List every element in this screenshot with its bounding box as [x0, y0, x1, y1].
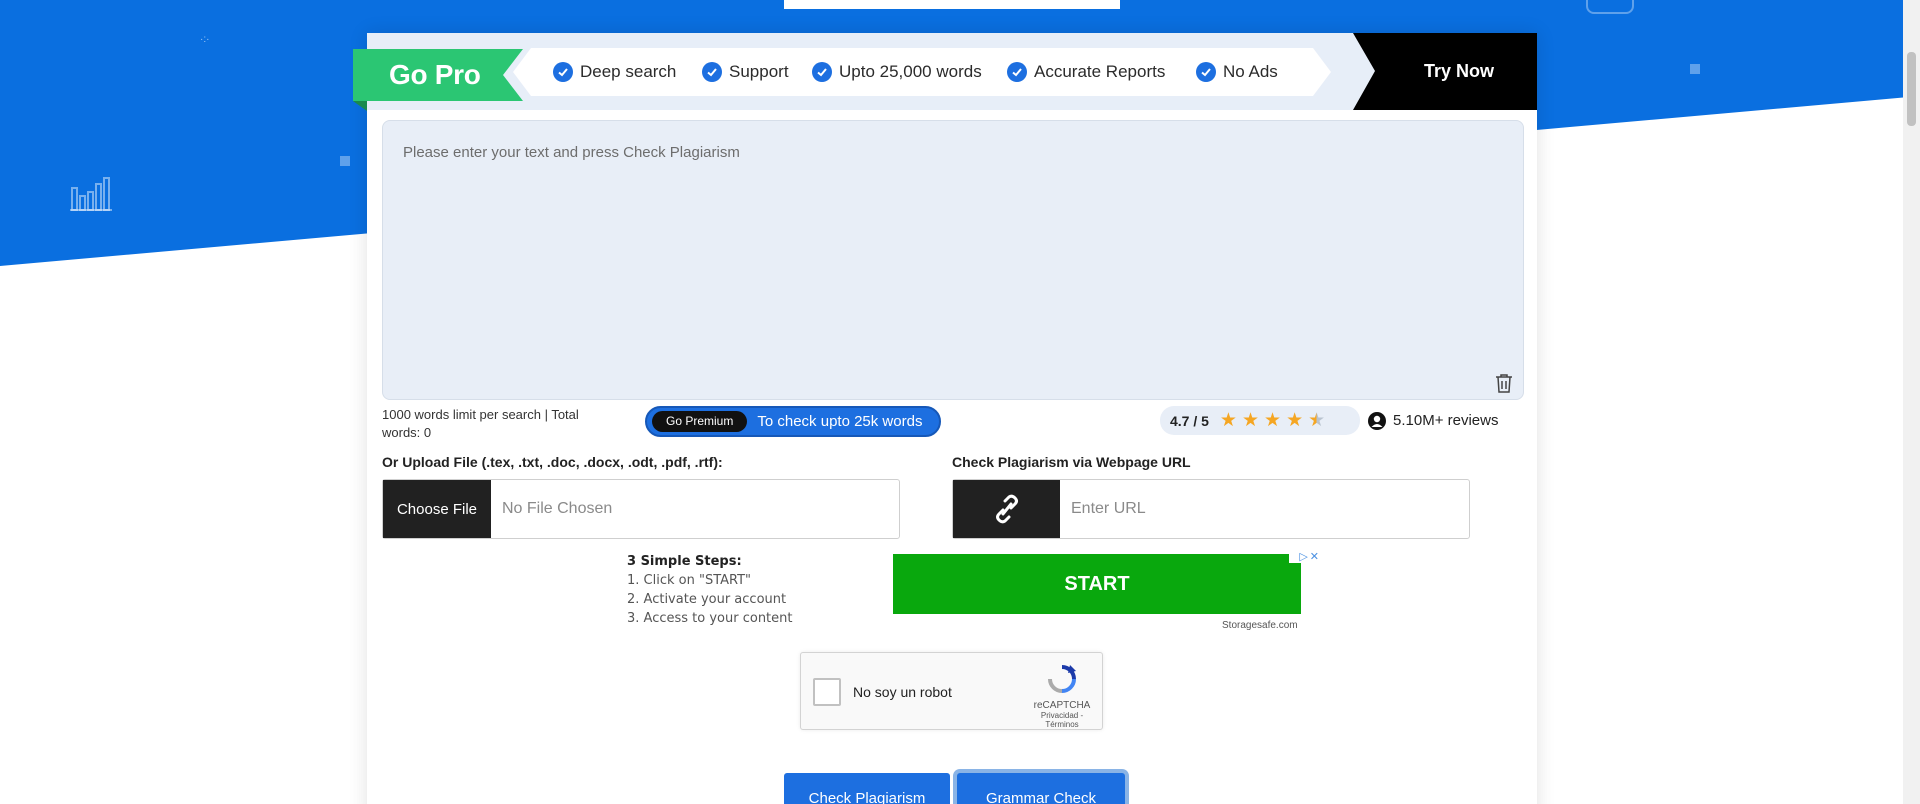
ad-domain[interactable]: Storagesafe.com [1222, 620, 1298, 631]
reviews-label: 5.10M+ reviews [1393, 412, 1499, 429]
star-icon: ★ [1241, 410, 1260, 431]
bar-chart-icon [70, 177, 112, 211]
decorative-square [1690, 64, 1700, 74]
recaptcha-widget: No soy un robot reCAPTCHA Privacidad - T… [800, 652, 1103, 730]
text-input-placeholder: Please enter your text and press Check P… [403, 144, 740, 161]
check-circle-icon [812, 62, 832, 82]
reviews-count: 5.10M+ reviews [1367, 406, 1498, 435]
check-plagiarism-button[interactable]: Check Plagiarism [784, 773, 950, 804]
choose-file-button[interactable]: Choose File [383, 480, 491, 538]
ad-step: 2. Activate your account [627, 592, 787, 607]
go-pro-badge: Go Pro [353, 49, 523, 101]
upload-label: Or Upload File (.tex, .txt, .doc, .docx,… [382, 454, 723, 470]
go-premium-button[interactable]: Go Premium [652, 411, 748, 432]
feature-label: Deep search [580, 62, 677, 81]
feature-accurate-reports: Accurate Reports [1007, 58, 1165, 86]
no-file-text: No File Chosen [502, 500, 613, 517]
go-premium-pill[interactable]: Go Premium To check upto 25k words [645, 406, 941, 437]
ad-step: 3. Access to your content [627, 611, 793, 626]
check-circle-icon [1007, 62, 1027, 82]
recaptcha-links[interactable]: Privacidad - Términos [1032, 711, 1092, 729]
url-input[interactable] [1060, 480, 1469, 538]
decorative-pill [1586, 0, 1634, 14]
checker-panel: Go Pro Deep search Support Upto 25,000 w… [353, 33, 1537, 804]
link-button[interactable] [953, 480, 1060, 538]
star-icon: ★ [1219, 410, 1237, 431]
star-icon: ★ [1264, 410, 1282, 431]
user-icon [1368, 411, 1386, 430]
url-check-label: Check Plagiarism via Webpage URL [952, 454, 1191, 470]
ad-info-icon[interactable]: ▷ [1299, 550, 1307, 563]
ad-choices[interactable]: ▷ ✕ [1289, 549, 1319, 563]
ad-step: 1. Click on "START" [627, 573, 752, 588]
recaptcha-brand: reCAPTCHA [1033, 700, 1091, 711]
feature-word-limit: Upto 25,000 words [812, 58, 982, 86]
check-circle-icon [702, 62, 722, 82]
feature-label: Support [729, 62, 789, 81]
ad-close-icon[interactable]: ✕ [1310, 550, 1319, 563]
feature-label: No Ads [1223, 62, 1278, 81]
scrollbar-thumb[interactable] [1907, 52, 1916, 126]
ad-start-button[interactable]: START [893, 554, 1301, 614]
try-now-button[interactable]: Try Now [1381, 33, 1537, 110]
go-pro-fold [353, 101, 367, 111]
premium-text: To check upto 25k words [757, 413, 923, 430]
check-circle-icon [1196, 62, 1216, 82]
feature-no-ads: No Ads [1196, 58, 1278, 86]
decorative-square [340, 156, 350, 166]
page-scrollbar[interactable] [1903, 0, 1920, 804]
recaptcha-label: No soy un robot [853, 684, 952, 700]
trash-icon[interactable] [1495, 373, 1513, 393]
link-icon [995, 494, 1018, 524]
recaptcha-checkbox[interactable] [813, 678, 841, 706]
feature-deep-search: Deep search [553, 58, 676, 86]
recaptcha-icon [1048, 665, 1076, 693]
ad-title: 3 Simple Steps: [627, 554, 742, 569]
file-upload-field[interactable]: Choose File No File Chosen [382, 479, 900, 539]
top-header-box [784, 0, 1120, 9]
recaptcha-logo: reCAPTCHA Privacidad - Términos [1032, 663, 1092, 729]
rating-score: 4.7 / 5 [1170, 412, 1209, 429]
ad-steps: 3 Simple Steps: 1. Click on "START" 2. A… [627, 552, 793, 628]
decorative-dots: ·:· [200, 34, 210, 45]
go-pro-banner: Go Pro Deep search Support Upto 25,000 w… [353, 33, 1537, 111]
feature-label: Accurate Reports [1034, 62, 1166, 81]
word-count-info: 1000 words limit per search | Total word… [382, 407, 579, 440]
text-input-area[interactable]: Please enter your text and press Check P… [382, 120, 1524, 400]
url-check-field [952, 479, 1470, 539]
grammar-check-button[interactable]: Grammar Check [957, 773, 1125, 804]
half-star-icon: ★ [1308, 410, 1326, 431]
feature-label: Upto 25,000 words [839, 62, 982, 81]
star-icon: ★ [1286, 410, 1304, 431]
feature-support: Support [702, 58, 789, 86]
check-circle-icon [553, 62, 573, 82]
rating-badge: 4.7 / 5 ★ ★ ★ ★ ★ [1160, 406, 1360, 435]
